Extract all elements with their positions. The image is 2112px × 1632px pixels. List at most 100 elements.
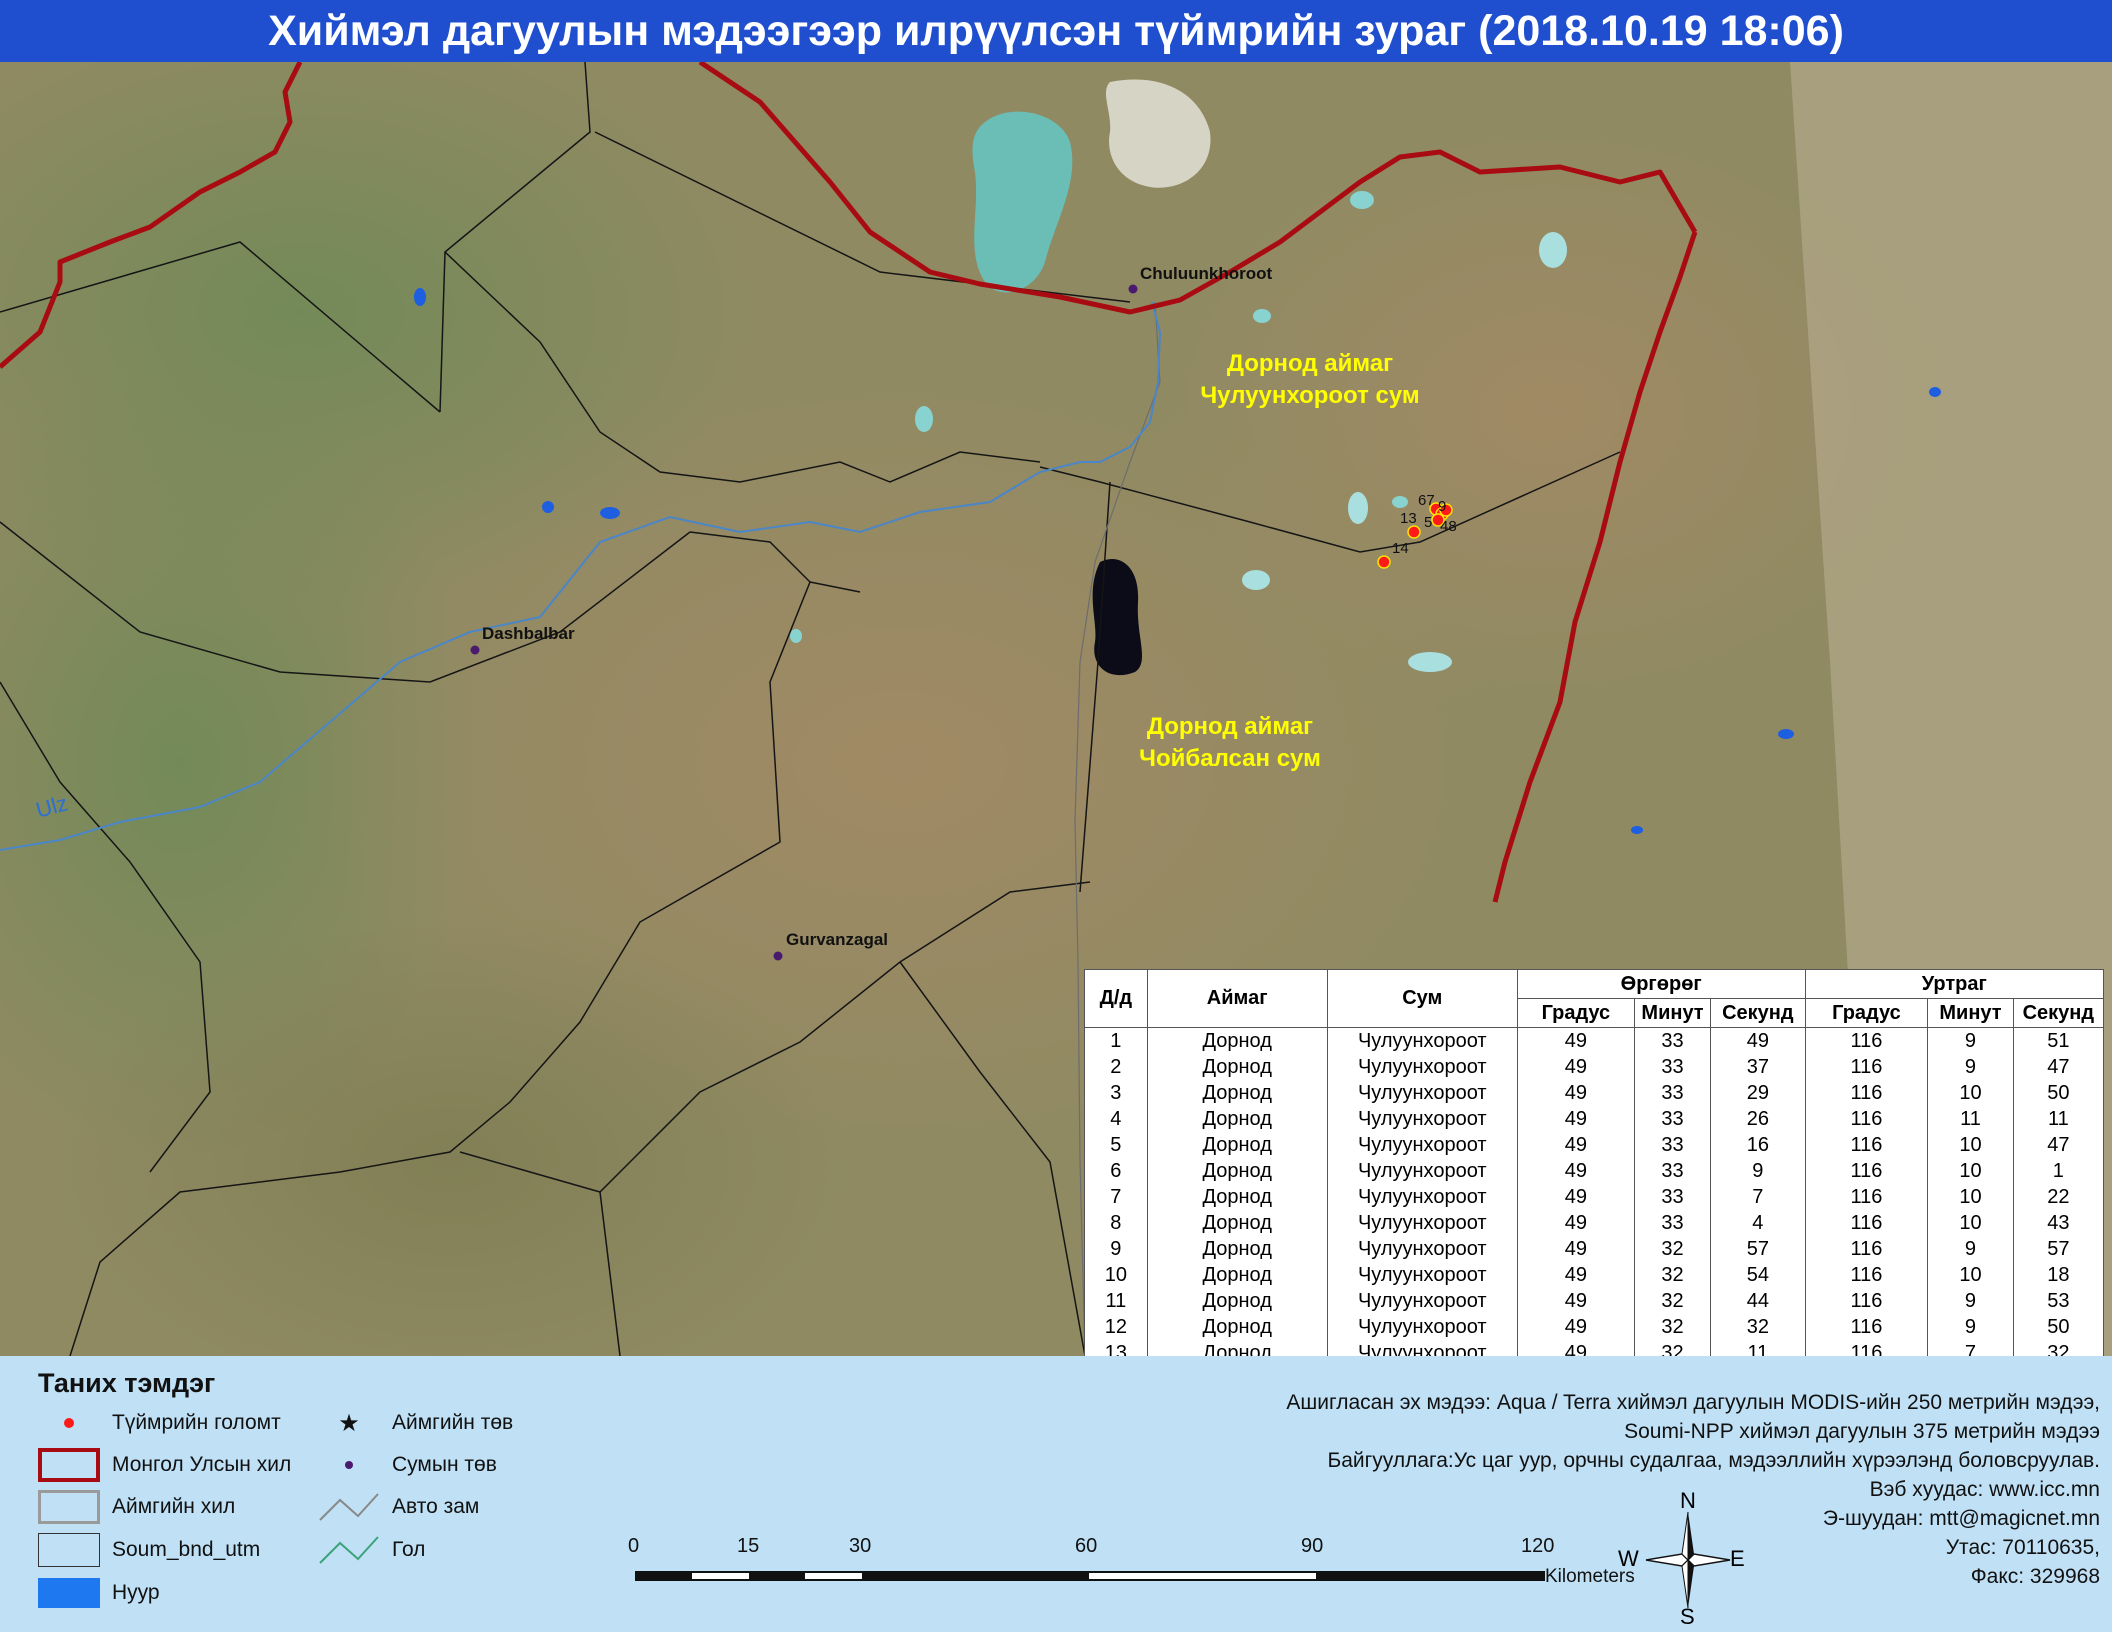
- table-cell: Дорнод: [1146, 1106, 1328, 1132]
- table-row: 2 Дорнод Чулуунхороот 49 33 37 116 9 47: [1084, 1054, 2105, 1080]
- table-cell: 2: [1084, 1054, 1148, 1080]
- star-icon: ★: [338, 1409, 360, 1437]
- legend-aimag-border: Аймгийн хил: [38, 1490, 235, 1524]
- table-cell: 50: [2012, 1314, 2105, 1340]
- soum-center-point: [470, 645, 480, 655]
- header-aimag: Аймаг: [1146, 969, 1328, 1028]
- header-lon-sec: Секунд: [2012, 998, 2105, 1028]
- table-cell: 49: [1516, 1236, 1635, 1262]
- lake-blue-3: [542, 501, 554, 513]
- scale-tick-120: 120: [1521, 1535, 1555, 1557]
- table-cell: 47: [2012, 1054, 2105, 1080]
- table-row: 1 Дорнод Чулуунхороот 49 33 49 116 9 51: [1084, 1027, 2105, 1054]
- region-label-chuluunkhoroot: Дорнод аймаг Чулуунхороот сум: [1150, 348, 1470, 412]
- table-cell: 49: [1516, 1262, 1635, 1288]
- legend-river-swatch: [318, 1533, 380, 1567]
- table-cell: Дорнод: [1146, 1210, 1328, 1236]
- legend-soum-label: Soum_bnd_utm: [112, 1538, 261, 1561]
- table-cell: 10: [1927, 1080, 2014, 1106]
- fire-label: 67: [1418, 492, 1435, 509]
- table-cell: 49: [1516, 1288, 1635, 1314]
- table-cell: 11: [1710, 1340, 1806, 1356]
- lake-small-5: [1408, 652, 1452, 672]
- table-cell: 33: [1633, 1210, 1712, 1236]
- table-cell: 16: [1710, 1132, 1806, 1158]
- header-sum: Сум: [1326, 969, 1518, 1028]
- header-lat-sec: Секунд: [1710, 998, 1806, 1028]
- legend-river: Гол: [318, 1533, 425, 1567]
- fire-coordinates-table: Д/д Аймаг Сум Өргөрөг Уртраг Градус Мину…: [1084, 969, 2105, 1356]
- table-cell: 10: [1084, 1262, 1148, 1288]
- lake-small-2: [1350, 191, 1374, 209]
- info-source-line2: Soumi-NPP хиймэл дагуулын 375 метрийн мэ…: [1624, 1420, 2100, 1443]
- legend-lake-swatch: [38, 1578, 100, 1608]
- table-cell: 4: [1084, 1106, 1148, 1132]
- table-cell: 9: [1927, 1236, 2014, 1262]
- table-cell: 116: [1804, 1340, 1929, 1356]
- table-cell: 50: [2012, 1080, 2105, 1106]
- table-cell: Дорнод: [1146, 1314, 1328, 1340]
- table-cell: Чулуунхороот: [1326, 1027, 1518, 1054]
- table-cell: 32: [1633, 1262, 1712, 1288]
- table-cell: Чулуунхороот: [1326, 1054, 1518, 1080]
- table-cell: 29: [1710, 1080, 1806, 1106]
- legend-aimag-label: Аймгийн хил: [112, 1495, 236, 1518]
- compass-w: W: [1618, 1546, 1639, 1571]
- table-cell: 116: [1804, 1236, 1929, 1262]
- table-cell: 6: [1084, 1158, 1148, 1184]
- table-cell: 116: [1804, 1080, 1929, 1106]
- table-cell: 32: [1633, 1236, 1712, 1262]
- table-cell: Дорнод: [1146, 1132, 1328, 1158]
- table-cell: 32: [1633, 1288, 1712, 1314]
- table-cell: 11: [1927, 1106, 2014, 1132]
- lake-small-6: [1253, 309, 1271, 323]
- legend-border-label: Монгол Улсын хил: [112, 1453, 292, 1476]
- scale-bar-graphic: [635, 1571, 1545, 1581]
- table-cell: Чулуунхороот: [1326, 1288, 1518, 1314]
- table-cell: 33: [1633, 1027, 1712, 1054]
- table-cell: Дорнод: [1146, 1340, 1328, 1356]
- soum-label-dashbalbar: Dashbalbar: [482, 624, 575, 643]
- table-cell: 22: [2012, 1184, 2105, 1210]
- soum-center-point: [773, 951, 783, 961]
- lake-blue-2: [600, 507, 620, 519]
- table-cell: 49: [1516, 1027, 1635, 1054]
- lake-small-4: [1242, 570, 1270, 590]
- lake-cyan-2: [790, 629, 802, 643]
- table-cell: 33: [1633, 1132, 1712, 1158]
- table-cell: 116: [1804, 1158, 1929, 1184]
- table-cell: 49: [1516, 1158, 1635, 1184]
- legend-road-swatch: [318, 1490, 380, 1524]
- table-cell: 32: [1633, 1314, 1712, 1340]
- table-cell: 47: [2012, 1132, 2105, 1158]
- region-label-sum: Чойбалсан сум: [1139, 745, 1321, 772]
- table-cell: 49: [1516, 1184, 1635, 1210]
- table-cell: 5: [1084, 1132, 1148, 1158]
- map-page: Хиймэл дагуулын мэдээгээр илрүүлсэн түйм…: [0, 0, 2112, 1632]
- scale-tick-90: 90: [1301, 1535, 1324, 1557]
- legend-fire-swatch: [38, 1406, 100, 1440]
- fire-point: [1407, 525, 1421, 539]
- table-cell: Чулуунхороот: [1326, 1340, 1518, 1356]
- table-cell: 43: [2012, 1210, 2105, 1236]
- soum-label-chuluunkhoroot: Chuluunkhoroot: [1140, 264, 1273, 283]
- table-cell: 116: [1804, 1288, 1929, 1314]
- table-cell: 51: [2012, 1027, 2105, 1054]
- legend-aimag-center-label: Аймгийн төв: [392, 1411, 514, 1434]
- compass-n: N: [1680, 1488, 1696, 1513]
- legend-lake-label: Нуур: [112, 1581, 160, 1604]
- north-arrow-compass: N S E W: [1618, 1488, 1748, 1630]
- scale-tick-15: 15: [737, 1535, 760, 1557]
- compass-e: E: [1730, 1546, 1745, 1571]
- legend-border-swatch: [38, 1448, 100, 1482]
- table-cell: 10: [1927, 1262, 2014, 1288]
- map-frame[interactable]: Chuluunkhoroot Dashbalbar Gurvanzagal До…: [0, 62, 2112, 1356]
- river-line-icon: [319, 1536, 379, 1564]
- table-cell: 10: [1927, 1210, 2014, 1236]
- table-cell: Дорнод: [1146, 1288, 1328, 1314]
- lake-cyan-1: [915, 406, 933, 432]
- info-block: Ашигласан эх мэдээ: Aqua / Terra хиймэл …: [1000, 1388, 2100, 1591]
- table-cell: Чулуунхороот: [1326, 1236, 1518, 1262]
- table-row: 8 Дорнод Чулуунхороот 49 33 4 116 10 43: [1084, 1210, 2105, 1236]
- legend-lake: Нуур: [38, 1576, 160, 1610]
